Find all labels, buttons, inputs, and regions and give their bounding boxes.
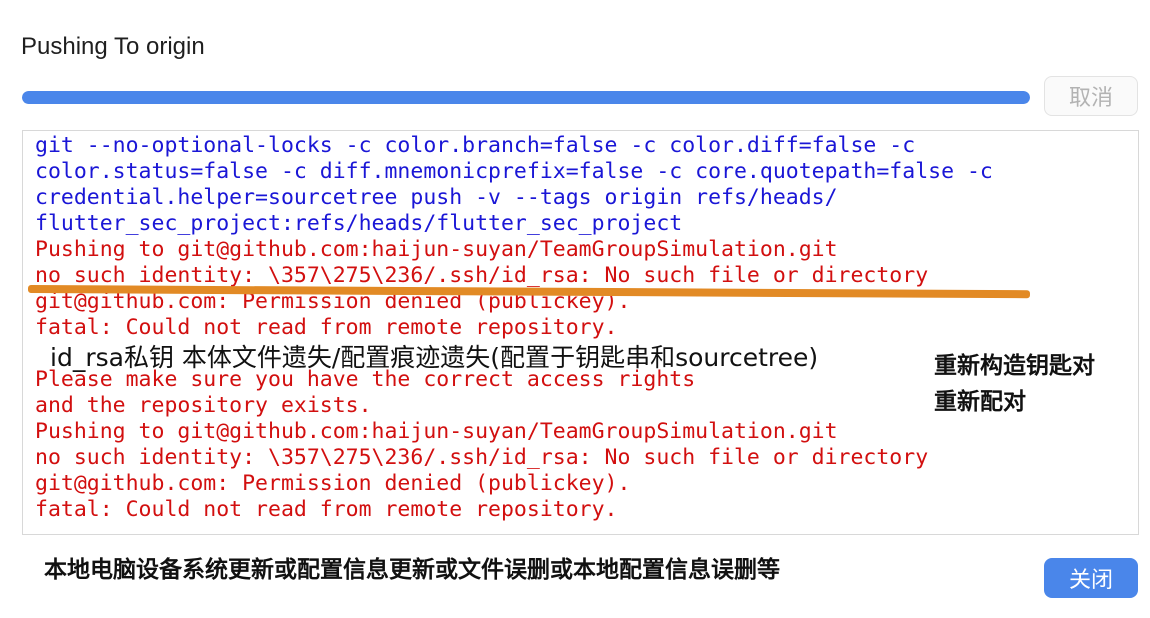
- cancel-button[interactable]: 取消: [1044, 76, 1138, 116]
- annotation-fix-line-1: 重新构造钥匙对: [934, 353, 1095, 379]
- log-line: Pushing to git@github.com:haijun-suyan/T…: [35, 419, 838, 444]
- annotation-fix-note: 重新构造钥匙对 重新配对: [934, 348, 1095, 420]
- dialog-title: Pushing To origin: [21, 33, 205, 60]
- close-button[interactable]: 关闭: [1044, 558, 1138, 598]
- log-line: and the repository exists.: [35, 393, 372, 418]
- log-line: git@github.com: Permission denied (publi…: [35, 471, 631, 496]
- log-line: color.status=false -c diff.mnemonicprefi…: [35, 159, 993, 184]
- log-line: flutter_sec_project:refs/heads/flutter_s…: [35, 211, 683, 236]
- log-line: Pushing to git@github.com:haijun-suyan/T…: [35, 237, 838, 262]
- log-line: git --no-optional-locks -c color.branch=…: [35, 133, 916, 158]
- progress-bar: [22, 91, 1030, 104]
- output-log[interactable]: git --no-optional-locks -c color.branch=…: [22, 130, 1139, 535]
- log-line: fatal: Could not read from remote reposi…: [35, 497, 618, 522]
- log-lines: git --no-optional-locks -c color.branch=…: [35, 133, 993, 523]
- log-line: credential.helper=sourcetree push -v --t…: [35, 185, 838, 210]
- log-line: no such identity: \357\275\236/.ssh/id_r…: [35, 445, 929, 470]
- annotation-id-rsa-note: id_rsa私钥 本体文件遗失/配置痕迹遗失(配置于钥匙串和sourcetree…: [50, 343, 819, 372]
- annotation-fix-line-2: 重新配对: [934, 389, 1026, 415]
- annotation-cause-note: 本地电脑设备系统更新或配置信息更新或文件误删或本地配置信息误删等: [44, 557, 780, 583]
- progress-fill: [22, 91, 1030, 104]
